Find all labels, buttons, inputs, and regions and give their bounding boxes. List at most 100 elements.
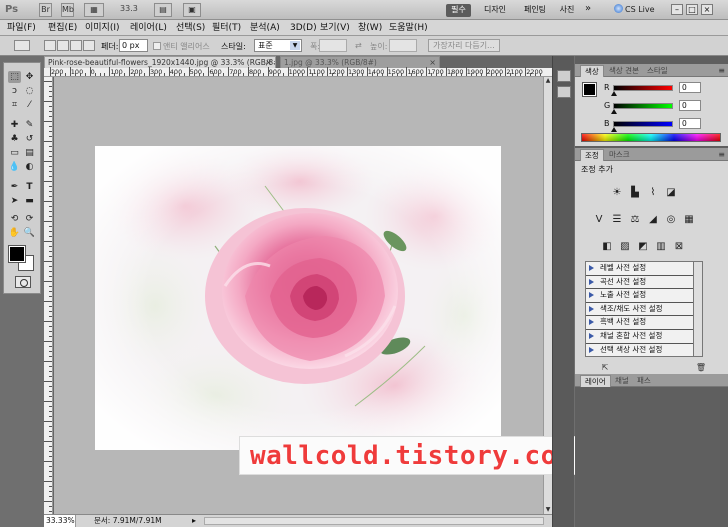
channel-b-value[interactable]: 0 [679,118,701,129]
new-selection-icon[interactable] [44,40,56,51]
menu-filter[interactable]: 필터(T) [212,22,241,34]
minimize-button[interactable]: – [671,4,683,15]
eraser-tool-icon[interactable]: ▭ [8,147,21,159]
dodge-tool-icon[interactable]: ◐ [23,161,36,173]
pen-tool-icon[interactable]: ✒ [8,181,21,193]
menu-image[interactable]: 이미지(I) [85,22,120,34]
3d-rotate-tool-icon[interactable]: ⟲ [8,213,21,225]
color-foreground-swatch[interactable] [582,82,597,97]
presets-scrollbar[interactable] [694,261,703,357]
style-select[interactable]: 표준 ▼ [254,39,302,52]
add-selection-icon[interactable] [57,40,69,51]
menu-edit[interactable]: 편집(E) [48,22,77,34]
brush-tool-icon[interactable]: ✎ [23,119,36,131]
workspace-design[interactable]: 디자인 [480,4,510,17]
tab-color[interactable]: 색상 [580,65,604,77]
menu-view[interactable]: 보기(V) [320,22,350,34]
color-balance-icon[interactable]: ⚖ [628,213,642,226]
subtract-selection-icon[interactable] [70,40,82,51]
panel-menu-icon[interactable]: ≡ [718,66,725,75]
channel-r-slider[interactable] [613,85,673,91]
bridge-button[interactable]: Br [39,3,52,17]
tab-layers[interactable]: 레이어 [580,375,611,387]
invert-icon[interactable]: ◧ [600,240,614,253]
list-item[interactable]: 채널 혼합 사전 설정 [586,330,693,344]
cs-live-button[interactable]: CS Live [614,4,655,14]
menu-help[interactable]: 도움말(H) [389,22,428,34]
history-brush-tool-icon[interactable]: ↺ [23,133,36,145]
quick-mask-icon[interactable] [15,276,31,288]
list-item[interactable]: 레벨 사전 설정 [586,262,693,276]
more-workspaces-button[interactable]: » [585,3,591,14]
list-item[interactable]: 곡선 사전 설정 [586,276,693,290]
channel-g-thumb[interactable] [611,109,617,114]
tab-styles[interactable]: 스타일 [643,65,672,77]
photo-filter-icon[interactable]: ◎ [664,213,678,226]
menu-select[interactable]: 선택(S) [176,22,205,34]
menu-window[interactable]: 창(W) [358,22,382,34]
history-panel-icon[interactable] [557,70,571,82]
status-zoom-field[interactable]: 33.33% [44,515,76,527]
type-tool-icon[interactable]: T [23,181,36,193]
black-white-icon[interactable]: ◢ [646,213,660,226]
zoom-level[interactable]: 33.3 [120,4,138,13]
crop-tool-icon[interactable]: ⌗ [8,99,21,111]
intersect-selection-icon[interactable] [83,40,95,51]
channel-r-thumb[interactable] [611,91,617,96]
menu-layer[interactable]: 레이어(L) [130,22,167,34]
status-menu-arrow[interactable]: ▸ [192,515,196,527]
tab-masks[interactable]: 마스크 [605,149,634,161]
marquee-tool-icon[interactable]: ⬚ [8,71,21,83]
close-window-button[interactable]: × [701,4,713,15]
feather-input[interactable]: 0 px [119,39,148,52]
quick-selection-tool-icon[interactable]: ◌ [23,85,36,97]
tab-channels[interactable]: 채널 [611,375,633,387]
view-extras-button[interactable]: ▦ [84,3,104,17]
rectangle-tool-icon[interactable]: ▬ [23,195,36,207]
tool-preset-picker[interactable] [14,40,30,51]
list-item[interactable]: 선택 색상 사전 설정 [586,344,693,358]
foreground-color-swatch[interactable] [8,245,26,263]
scroll-down-icon[interactable]: ▼ [544,506,552,514]
lasso-tool-icon[interactable]: ↄ [8,85,21,97]
list-item[interactable]: 흑백 사전 설정 [586,316,693,330]
channel-b-slider[interactable] [613,121,673,127]
tab-adjustments[interactable]: 조정 [580,149,604,161]
channel-g-slider[interactable] [613,103,673,109]
threshold-icon[interactable]: ◩ [636,240,650,253]
selective-color-icon[interactable]: ⊠ [672,240,686,253]
channel-mixer-icon[interactable]: ▦ [682,213,696,226]
clone-stamp-tool-icon[interactable]: ♣ [8,133,21,145]
gradient-tool-icon[interactable]: ▤ [23,147,36,159]
workspace-essentials[interactable]: 필수 [446,4,471,17]
panel-menu-icon[interactable]: ≡ [718,150,725,159]
gradient-map-icon[interactable]: ▥ [654,240,668,253]
tab-swatches[interactable]: 색상 견본 [605,65,643,77]
refine-edge-button[interactable]: 가장자리 다듬기... [428,39,500,52]
height-input[interactable] [389,39,417,52]
swap-icon[interactable]: ⇄ [355,41,362,50]
list-item[interactable]: 색조/채도 사전 설정 [586,303,693,317]
workspace-painting[interactable]: 페인팅 [520,4,550,17]
brightness-contrast-icon[interactable]: ☀ [610,186,624,199]
screen-mode-button[interactable]: ▣ [183,3,201,17]
hue-saturation-icon[interactable]: ☰ [610,213,624,226]
channel-g-value[interactable]: 0 [679,100,701,111]
vibrance-icon[interactable]: V [592,213,606,226]
antialias-checkbox[interactable] [153,42,161,50]
3d-orbit-tool-icon[interactable]: ⟳ [23,213,36,225]
exposure-icon[interactable]: ◪ [664,186,678,199]
menu-file[interactable]: 파일(F) [7,22,36,34]
spot-healing-tool-icon[interactable]: ✚ [8,119,21,131]
arrange-documents-button[interactable]: ▤ [154,3,172,17]
workspace-photography[interactable]: 사진 [556,4,578,17]
curves-icon[interactable]: ⌇ [646,186,660,199]
horizontal-scrollbar[interactable] [204,517,544,525]
channel-b-thumb[interactable] [611,127,617,132]
channel-r-value[interactable]: 0 [679,82,701,93]
character-panel-icon[interactable] [557,86,571,98]
blur-tool-icon[interactable]: 💧 [8,161,21,173]
width-input[interactable] [319,39,347,52]
path-selection-tool-icon[interactable]: ➤ [8,195,21,207]
menu-analysis[interactable]: 분석(A) [250,22,280,34]
